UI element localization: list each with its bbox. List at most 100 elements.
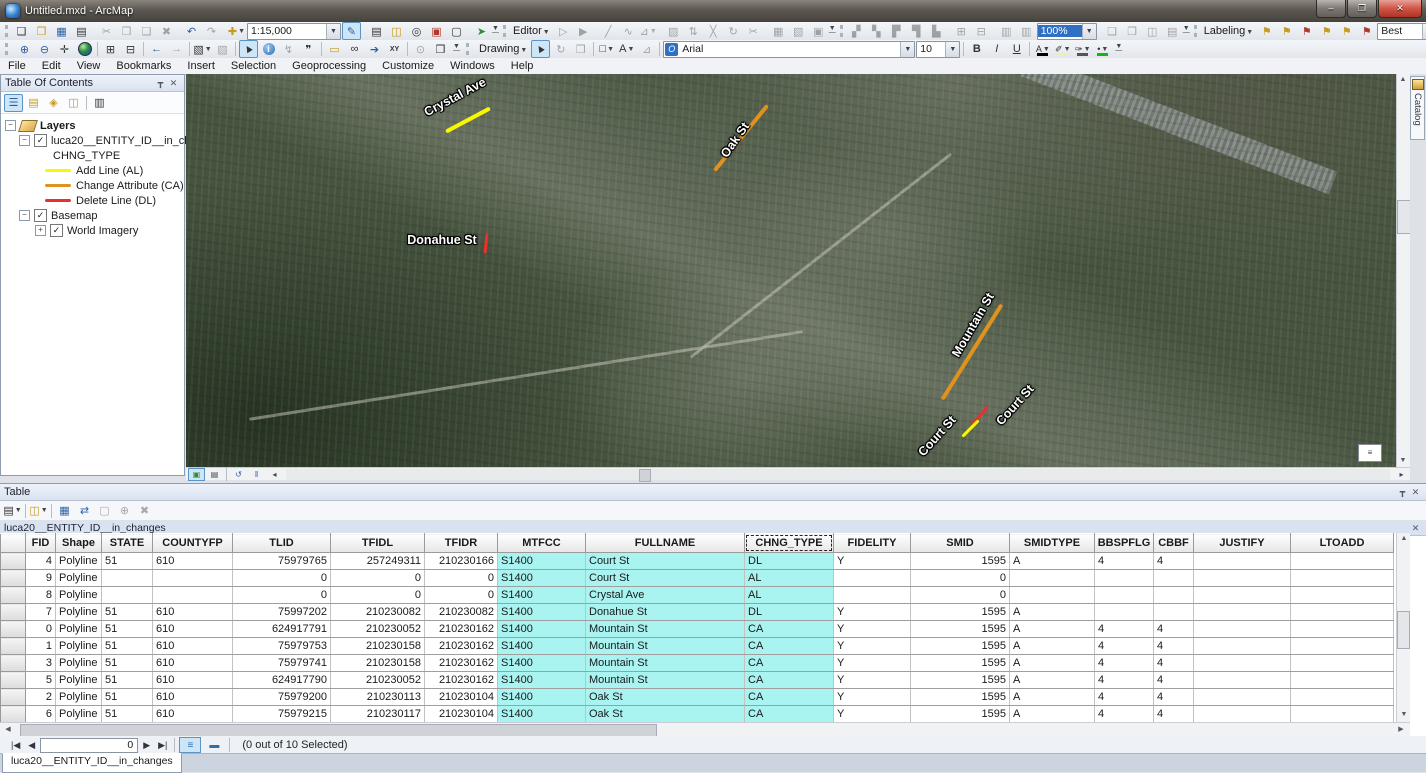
fixed-zoom-out-icon[interactable]: ⊟ — [121, 40, 140, 58]
label-overflow-button[interactable]: ≡ — [1358, 444, 1382, 462]
cell[interactable]: 75979215 — [233, 706, 331, 723]
cell[interactable] — [1194, 553, 1291, 570]
toc-options-icon[interactable]: ▥ — [90, 94, 109, 112]
cell[interactable]: 210230117 — [331, 706, 425, 723]
column-header-CHNG_TYPE[interactable]: CHNG_TYPE — [745, 534, 834, 553]
map-view[interactable]: Crystal AveOak StDonahue StMountain StCo… — [186, 74, 1410, 480]
cell[interactable]: 4 — [1154, 553, 1194, 570]
pause-drawing-icon[interactable]: ‖ — [248, 468, 265, 481]
font-color-icon[interactable]: A▼ — [1033, 40, 1052, 58]
new-document-icon[interactable]: ❏ — [12, 22, 31, 40]
pan-icon[interactable]: ✛ — [55, 40, 74, 58]
cell[interactable]: 0 — [425, 570, 498, 587]
toolbar-grip[interactable] — [5, 25, 8, 37]
find-icon[interactable]: ∞ — [345, 40, 364, 58]
cell[interactable]: CA — [745, 638, 834, 655]
cell[interactable]: 0 — [911, 587, 1010, 604]
cell[interactable]: 75979741 — [233, 655, 331, 672]
cell[interactable]: 4 — [1095, 638, 1154, 655]
menu-help[interactable]: Help — [503, 59, 542, 73]
aerial-imagery[interactable]: Crystal AveOak StDonahue StMountain StCo… — [186, 74, 1396, 467]
cell[interactable]: 4 — [1095, 672, 1154, 689]
cell[interactable]: Y — [834, 621, 911, 638]
toolbar-grip[interactable] — [5, 43, 11, 55]
zoom-out-icon[interactable]: ⊖ — [35, 40, 54, 58]
scroll-up-icon[interactable]: ▲ — [1397, 533, 1411, 544]
cell[interactable]: 51 — [102, 638, 153, 655]
cell[interactable]: 210230052 — [331, 621, 425, 638]
measure-icon[interactable]: ▭ — [325, 40, 344, 58]
cell[interactable]: A — [1010, 706, 1095, 723]
cell[interactable]: A — [1010, 604, 1095, 621]
cell[interactable]: 257249311 — [331, 553, 425, 570]
select-elements-icon[interactable]: ▲ — [239, 40, 258, 58]
related-tables-icon[interactable]: ◫▼ — [29, 502, 48, 520]
row-selector[interactable] — [1, 689, 26, 706]
back-extent-icon[interactable]: ← — [147, 40, 166, 58]
bold-icon[interactable]: B — [967, 40, 986, 58]
column-header-STATE[interactable]: STATE — [102, 534, 153, 553]
source-close-icon[interactable]: ✕ — [1409, 523, 1422, 534]
show-all-records-toggle[interactable]: ≡ — [179, 737, 201, 753]
cell[interactable]: S1400 — [498, 587, 586, 604]
scroll-down-icon[interactable]: ▼ — [1396, 455, 1410, 467]
show-selected-records-toggle[interactable]: ▬ — [203, 737, 225, 753]
cell[interactable]: 210230052 — [331, 672, 425, 689]
cell[interactable]: 4 — [1095, 706, 1154, 723]
cell[interactable] — [1194, 621, 1291, 638]
cell[interactable] — [834, 587, 911, 604]
cell[interactable]: 4 — [1154, 689, 1194, 706]
cell[interactable] — [1154, 570, 1194, 587]
editor-overflow-icon[interactable]: ▼― — [829, 23, 836, 39]
cell[interactable]: 4 — [1154, 638, 1194, 655]
cell[interactable] — [1010, 570, 1095, 587]
toolbar-overflow-icon[interactable]: ▼― — [492, 23, 499, 39]
line-color-icon[interactable]: ✑▼ — [1073, 40, 1092, 58]
cell[interactable]: 4 — [1095, 621, 1154, 638]
cell[interactable]: S1400 — [498, 638, 586, 655]
cell[interactable]: S1400 — [498, 672, 586, 689]
toolbar-grip[interactable] — [840, 25, 843, 37]
table-of-contents-window-icon[interactable]: ▤ — [367, 22, 386, 40]
cell[interactable]: 210230162 — [425, 672, 498, 689]
menu-selection[interactable]: Selection — [223, 59, 284, 73]
menu-customize[interactable]: Customize — [374, 59, 442, 73]
cell[interactable]: 610 — [153, 655, 233, 672]
cell[interactable]: Y — [834, 638, 911, 655]
label-engine-combo[interactable]: Best▼ — [1377, 23, 1426, 40]
cell[interactable]: S1400 — [498, 706, 586, 723]
cell[interactable]: 7 — [26, 604, 56, 621]
cell[interactable]: Polyline — [56, 553, 102, 570]
cell[interactable]: Donahue St — [586, 604, 745, 621]
cell[interactable]: 1595 — [911, 621, 1010, 638]
scroll-right-icon[interactable]: ▶ — [1394, 724, 1408, 735]
cell[interactable]: S1400 — [498, 689, 586, 706]
italic-icon[interactable]: I — [987, 40, 1006, 58]
column-header-MTFCC[interactable]: MTFCC — [498, 534, 586, 553]
label-manager-icon[interactable]: ⚑ — [1257, 22, 1276, 40]
toolbar-grip[interactable] — [503, 25, 506, 37]
cell[interactable]: 75979765 — [233, 553, 331, 570]
cell[interactable]: 210230082 — [331, 604, 425, 621]
cell[interactable] — [1154, 587, 1194, 604]
python-window-icon[interactable]: ▢ — [447, 22, 466, 40]
table-options-icon[interactable]: ▤▼ — [3, 502, 22, 520]
cell[interactable] — [1291, 604, 1394, 621]
cell[interactable] — [153, 570, 233, 587]
cell[interactable]: A — [1010, 672, 1095, 689]
drawing-menu[interactable]: Drawing▼ — [476, 43, 530, 55]
cell[interactable]: Polyline — [56, 604, 102, 621]
cell[interactable]: CA — [745, 706, 834, 723]
scroll-right-icon[interactable]: ▸ — [1393, 468, 1410, 481]
legend-swatch-red[interactable] — [45, 199, 71, 202]
record-number-input[interactable]: 0 — [40, 738, 138, 753]
go-to-xy-icon[interactable]: XY — [385, 40, 404, 58]
legend-swatch-yellow[interactable] — [45, 169, 71, 172]
column-header-BBSPFLG[interactable]: BBSPFLG — [1095, 534, 1154, 553]
catalog-tab[interactable]: Catalog — [1410, 76, 1425, 140]
cell[interactable]: 210230158 — [331, 638, 425, 655]
chevron-down-icon[interactable]: ▼ — [1422, 24, 1426, 39]
first-record-button[interactable]: |◀ — [8, 740, 23, 751]
font-name-combo[interactable]: OArial▼ — [663, 41, 915, 58]
cell[interactable]: A — [1010, 638, 1095, 655]
